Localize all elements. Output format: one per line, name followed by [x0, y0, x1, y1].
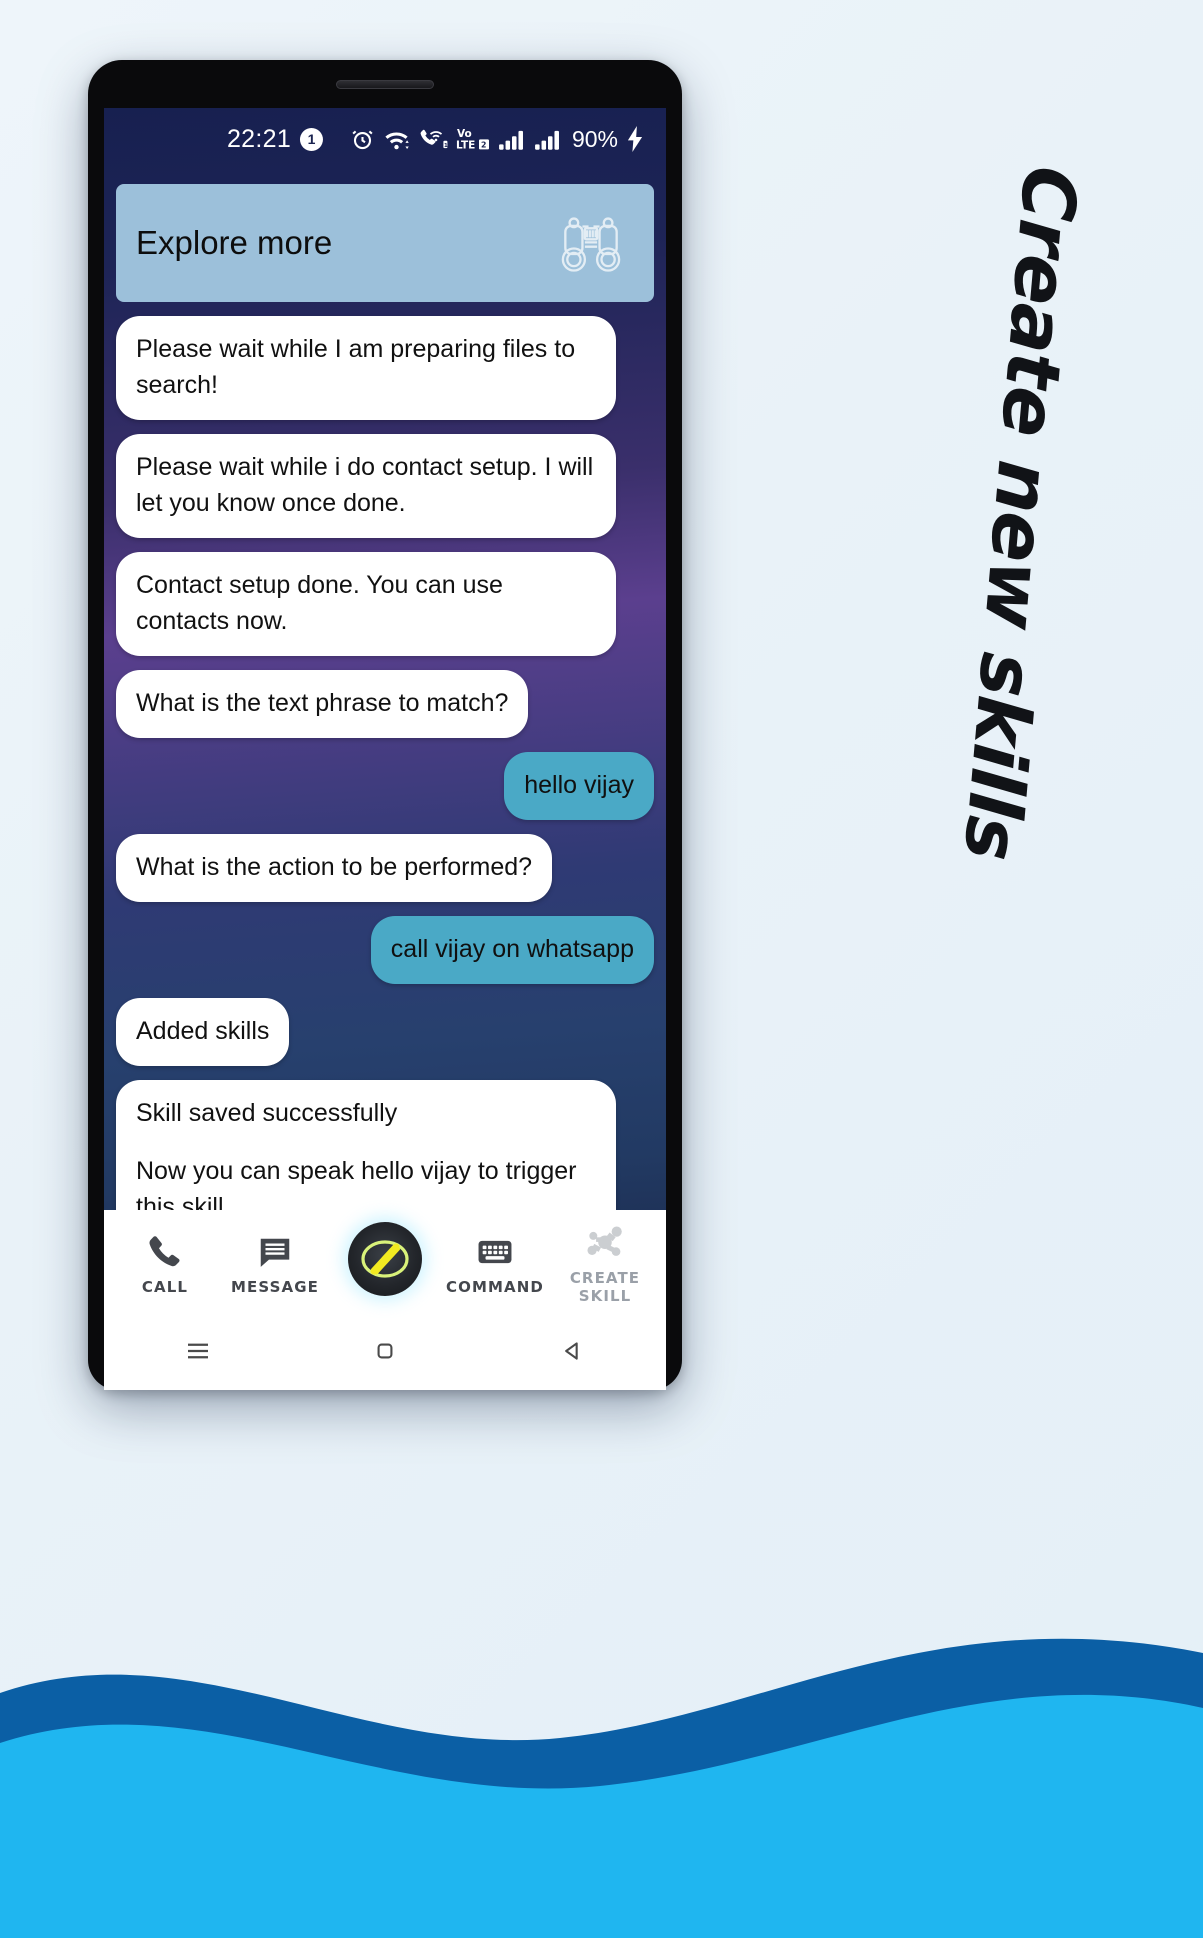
- phone-screen: 22:21 1 1 Vo LTE 2 90% Explore more Plea…: [104, 108, 666, 1390]
- call-over-wifi-icon: 1: [420, 129, 448, 148]
- svg-text:2: 2: [481, 141, 486, 150]
- bot-message-bubble: What is the text phrase to match?: [116, 670, 529, 738]
- signal-bars-icon-2: [535, 130, 559, 150]
- message-row: call vijay on whatsapp: [116, 916, 654, 984]
- phone-mockup: 22:21 1 1 Vo LTE 2 90% Explore more Plea…: [88, 60, 682, 1390]
- poster-canvas: Create new skills 22:21 1 1 Vo LTE 2 90%…: [0, 0, 1203, 1938]
- nav-label: CREATE SKILL: [569, 1268, 641, 1305]
- bot-message-bubble: Contact setup done. You can use contacts…: [116, 552, 616, 656]
- promo-headline: Create new skills: [946, 162, 1094, 864]
- nav-label: CALL: [141, 1277, 189, 1296]
- message-row: What is the text phrase to match?: [116, 670, 654, 738]
- keyboard-icon: [478, 1240, 512, 1263]
- message-row: Please wait while i do contact setup. I …: [116, 434, 654, 538]
- wifi-icon: [385, 131, 409, 149]
- skill-network-icon: [587, 1226, 622, 1256]
- back-button[interactable]: [537, 1337, 607, 1365]
- hamburger-icon: [187, 1343, 208, 1359]
- android-system-nav: [104, 1318, 666, 1390]
- status-bar: 22:21 1 1 Vo LTE 2 90%: [104, 108, 666, 170]
- assistant-logo-icon: [361, 1239, 409, 1278]
- square-home-icon: [377, 1343, 393, 1359]
- user-message-bubble: hello vijay: [504, 752, 654, 820]
- back-triangle-icon: [565, 1342, 579, 1360]
- status-bar-right: 1 Vo LTE 2 90%: [350, 126, 644, 153]
- chat-thread: Explore more Please wait while I am prep…: [104, 170, 666, 1210]
- nav-label: COMMAND: [446, 1277, 544, 1296]
- message-row: Please wait while I am preparing files t…: [116, 316, 654, 420]
- svg-text:1: 1: [444, 142, 448, 148]
- nav-item-message[interactable]: MESSAGE: [220, 1233, 330, 1296]
- message-row: Added skills: [116, 998, 654, 1066]
- svg-text:LTE: LTE: [456, 140, 475, 152]
- notification-count-badge: 1: [300, 127, 324, 151]
- explore-more-label: Explore more: [136, 224, 333, 261]
- message-row: hello vijay: [116, 752, 654, 820]
- nav-item-call[interactable]: CALL: [110, 1233, 220, 1296]
- bottom-app-nav: CALL MESSAGE COMMAND CREATE SKILL: [104, 1210, 666, 1318]
- bot-message-line: Skill saved successfully: [136, 1099, 398, 1127]
- alarm-icon: [352, 130, 373, 149]
- nav-item-create-skill[interactable]: CREATE SKILL: [550, 1224, 660, 1305]
- signal-bars-icon-1: [499, 130, 523, 150]
- bot-message-line: Now you can speak hello vijay to trigger…: [136, 1157, 577, 1210]
- status-clock: 22:21: [226, 124, 292, 153]
- message-row: Contact setup done. You can use contacts…: [116, 552, 654, 656]
- bot-message-bubble: Please wait while I am preparing files t…: [116, 316, 616, 420]
- charging-bolt-icon: [627, 126, 643, 152]
- home-button[interactable]: [350, 1337, 420, 1365]
- battery-percent-label: 90%: [571, 125, 618, 152]
- nav-item-command[interactable]: COMMAND: [440, 1233, 550, 1296]
- user-message-bubble: call vijay on whatsapp: [370, 916, 654, 984]
- bot-message-bubble: Skill saved successfully Now you can spe…: [116, 1080, 616, 1210]
- message-row: Skill saved successfully Now you can spe…: [116, 1080, 654, 1210]
- bot-message-bubble: What is the action to be performed?: [116, 834, 553, 902]
- binoculars-icon: [561, 217, 621, 272]
- earpiece-speaker: [336, 80, 434, 89]
- status-bar-left: 22:21 1: [226, 124, 324, 154]
- recents-button[interactable]: [163, 1336, 233, 1366]
- svg-text:Vo: Vo: [457, 128, 472, 140]
- assistant-logo-button[interactable]: [348, 1221, 422, 1296]
- nav-label: MESSAGE: [231, 1277, 319, 1296]
- message-icon: [260, 1238, 290, 1267]
- bot-message-bubble: Please wait while i do contact setup. I …: [116, 434, 616, 538]
- phone-icon: [149, 1235, 180, 1266]
- message-row: What is the action to be performed?: [116, 834, 654, 902]
- nav-item-assistant[interactable]: [330, 1221, 440, 1307]
- explore-more-card[interactable]: Explore more: [116, 184, 654, 302]
- bot-message-bubble: Added skills: [116, 998, 290, 1066]
- volte-icon: Vo LTE 2: [456, 128, 489, 152]
